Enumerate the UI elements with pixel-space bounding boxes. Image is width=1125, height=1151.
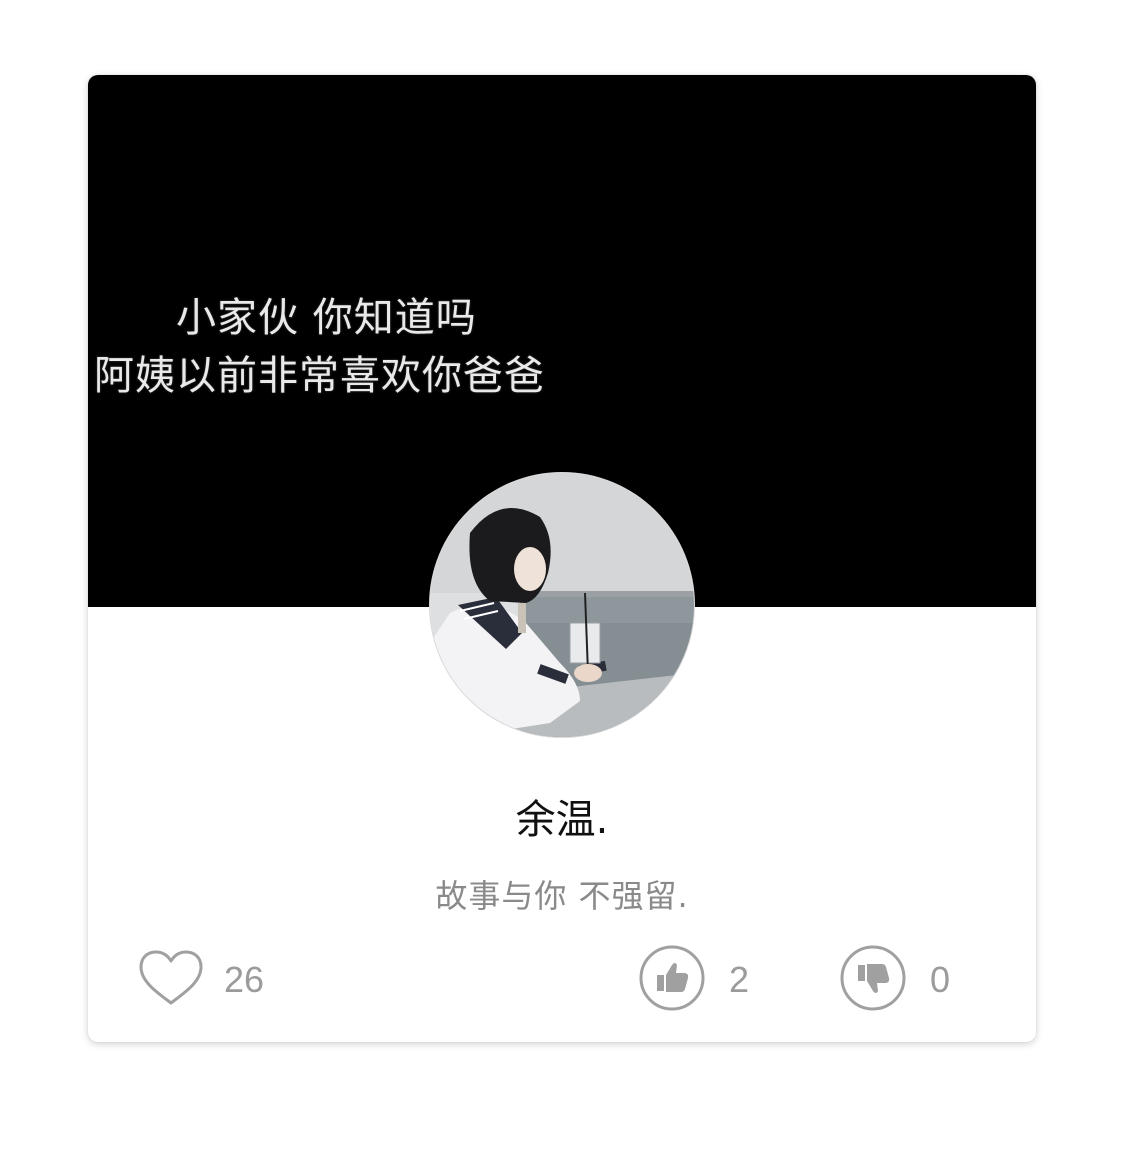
thumbs-down-icon[interactable]	[840, 945, 906, 1015]
downvote-stat[interactable]: 0	[840, 945, 951, 1015]
like-count: 26	[224, 959, 265, 1000]
cover-caption-line-1: 小家伙 你知道吗	[176, 295, 477, 341]
cover-caption-line-2: 阿姨以前非常喜欢你爸爸	[94, 353, 545, 399]
profile-card[interactable]: 小家伙 你知道吗 阿姨以前非常喜欢你爸爸 余温. 故事与你 不强留. 26 2 …	[88, 75, 1036, 1042]
profile-bio: 故事与你 不强留.	[435, 877, 689, 915]
upvote-count: 2	[729, 959, 750, 1000]
like-stat[interactable]: 26	[138, 947, 264, 1013]
profile-name: 余温.	[515, 797, 609, 843]
thumbs-up-icon[interactable]	[639, 945, 705, 1015]
downvote-count: 0	[930, 959, 951, 1000]
avatar-photo	[430, 473, 694, 737]
upvote-stat[interactable]: 2	[639, 945, 750, 1015]
heart-outline-icon[interactable]	[138, 949, 204, 1011]
avatar[interactable]	[430, 473, 694, 737]
